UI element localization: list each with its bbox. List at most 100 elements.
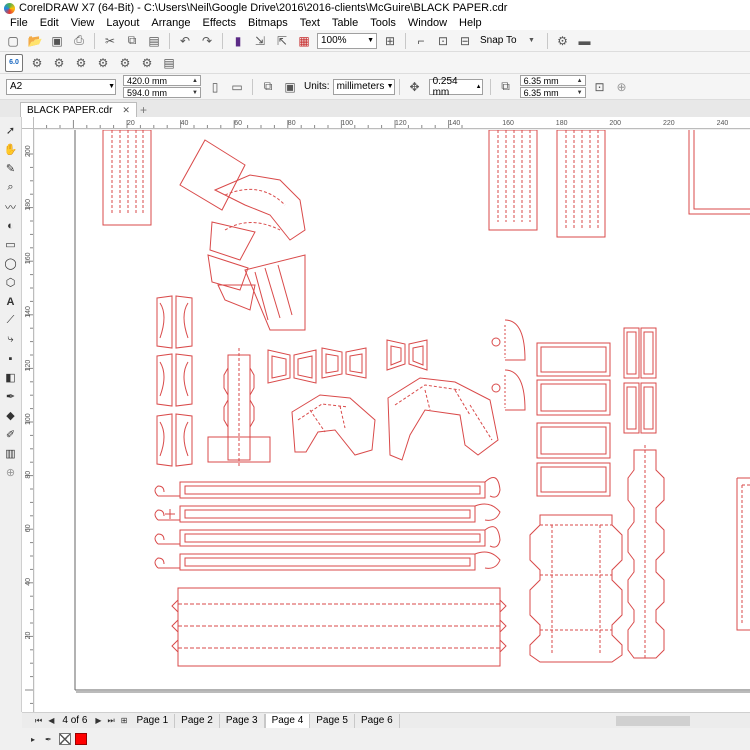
page-tab-6[interactable]: Page 6 [355, 713, 400, 728]
macro-record-icon[interactable]: ⚙ [71, 54, 91, 72]
menu-arrange[interactable]: Arrange [145, 17, 196, 29]
connector-tool-icon[interactable]: ⤷ [2, 331, 20, 348]
red-color-swatch[interactable] [74, 733, 87, 745]
macro-icon[interactable]: ⚙ [27, 54, 47, 72]
rectangle-tool-icon[interactable]: ▭ [2, 236, 20, 253]
nudge-distance-field[interactable]: 0.254 mm ▲ [428, 76, 483, 98]
eyedropper-icon[interactable]: ✒ [2, 388, 20, 405]
new-tab-icon[interactable]: + [140, 103, 147, 117]
menu-file[interactable]: File [4, 17, 34, 29]
snap-to-button[interactable]: Snap To [476, 35, 521, 46]
menu-layout[interactable]: Layout [100, 17, 145, 29]
chevron-down-icon[interactable]: ▼ [522, 32, 542, 50]
document-icon[interactable]: ▤ [159, 54, 179, 72]
outline-pen-icon[interactable]: ▥ [2, 445, 20, 462]
menu-tools[interactable]: Tools [364, 17, 402, 29]
previous-page-icon[interactable]: ◀ [45, 716, 57, 725]
ruler-origin[interactable] [22, 117, 34, 129]
macro-run-icon[interactable]: ⚙ [49, 54, 69, 72]
first-page-icon[interactable]: ⏮ [32, 716, 45, 726]
interactive-fill-icon[interactable]: ◆ [2, 407, 20, 424]
close-icon[interactable]: ✕ [122, 105, 130, 116]
eyedropper-icon[interactable]: ✒ [42, 735, 55, 744]
horizontal-scrollbar[interactable] [616, 715, 690, 726]
show-grid-icon[interactable]: ⊡ [433, 32, 453, 50]
text-tool-icon[interactable]: A [2, 293, 20, 310]
shape-tool-icon[interactable]: ✋ [2, 141, 20, 158]
publish-pdf-icon[interactable]: ▦ [294, 32, 314, 50]
copy-icon[interactable]: ⧉ [122, 32, 142, 50]
transparency-tool-icon[interactable]: ◧ [2, 369, 20, 386]
corel-connect-icon[interactable]: 6.0 [5, 53, 23, 72]
cut-icon[interactable]: ✂ [100, 32, 120, 50]
add-option-icon[interactable]: ⊕ [612, 78, 632, 96]
ellipse-tool-icon[interactable]: ◯ [2, 255, 20, 272]
open-folder-icon[interactable]: 📂 [25, 32, 45, 50]
spinner-icon[interactable]: ▼ [577, 90, 585, 96]
new-document-icon[interactable]: ▢ [3, 32, 23, 50]
menu-help[interactable]: Help [453, 17, 488, 29]
vertical-ruler[interactable]: 200 180 160 140 120 100 80 60 40 20 [22, 129, 34, 712]
add-page-icon[interactable]: ⊞ [118, 716, 131, 725]
menu-bitmaps[interactable]: Bitmaps [242, 17, 294, 29]
menu-view[interactable]: View [65, 17, 101, 29]
all-pages-icon[interactable]: ⧉ [258, 78, 278, 96]
add-tool-icon[interactable]: ⊕ [2, 464, 20, 481]
portrait-icon[interactable]: ▯ [205, 78, 225, 96]
freehand-tool-icon[interactable]: 〰 [2, 198, 20, 215]
drop-shadow-icon[interactable]: ▪ [2, 350, 20, 367]
spinner-icon[interactable]: ▲ [577, 78, 585, 84]
duplicate-x-field[interactable]: 6.35 mm ▲ [519, 75, 586, 86]
crop-tool-icon[interactable]: ✎ [2, 160, 20, 177]
play-icon[interactable]: ▸ [28, 735, 38, 744]
redo-icon[interactable]: ↷ [197, 32, 217, 50]
show-guidelines-icon[interactable]: ⊟ [455, 32, 475, 50]
duplicate-y-field[interactable]: 6.35 mm ▼ [519, 87, 586, 98]
page-width-field[interactable]: 420.0 mm ▲ [123, 75, 201, 86]
page-tab-1[interactable]: Page 1 [130, 713, 176, 728]
menu-window[interactable]: Window [402, 17, 453, 29]
page-height-field[interactable]: 594.0 mm ▼ [123, 87, 201, 98]
undo-icon[interactable]: ↶ [175, 32, 195, 50]
page-tab-5[interactable]: Page 5 [310, 713, 355, 728]
smart-fill-icon[interactable]: ◐ [2, 217, 20, 234]
save-icon[interactable]: ▣ [47, 32, 67, 50]
landscape-icon[interactable]: ▭ [227, 78, 247, 96]
no-fill-swatch[interactable] [58, 733, 71, 745]
last-page-icon[interactable]: ⏭ [105, 716, 118, 726]
parallel-dimension-icon[interactable]: ⟋ [2, 312, 20, 329]
current-page-icon[interactable]: ▣ [280, 78, 300, 96]
macro-step-icon[interactable]: ⚙ [137, 54, 157, 72]
options-icon[interactable]: ⚙ [553, 32, 573, 50]
print-icon[interactable]: ⎙ [69, 32, 89, 50]
zoom-tool-icon[interactable]: ⌕ [2, 179, 20, 196]
macro-stop-icon[interactable]: ⚙ [115, 54, 135, 72]
search-content-icon[interactable]: ▮ [228, 32, 248, 50]
pick-tool-icon[interactable]: ➚ [2, 122, 20, 139]
smart-drawing-icon[interactable]: ✐ [2, 426, 20, 443]
page-tab-4[interactable]: Page 4 [264, 713, 311, 728]
document-tab[interactable]: BLACK PAPER.cdr ✕ [20, 102, 137, 117]
application-launcher-icon[interactable]: ▬ [575, 32, 595, 50]
zoom-level-select[interactable]: 100% ▼ [317, 32, 377, 49]
drawing-canvas[interactable] [35, 130, 750, 712]
paper-size-select[interactable]: A2 ▼ [6, 78, 116, 95]
full-screen-icon[interactable]: ⊞ [380, 32, 400, 50]
page-tab-2[interactable]: Page 2 [175, 713, 220, 728]
spinner-icon[interactable]: ▲ [192, 78, 200, 84]
spinner-icon[interactable]: ▲ [476, 84, 482, 90]
show-rulers-icon[interactable]: ⌐ [411, 32, 431, 50]
menu-effects[interactable]: Effects [197, 17, 242, 29]
menu-table[interactable]: Table [326, 17, 364, 29]
horizontal-ruler[interactable]: 20 40 60 80 100 120 140 160 180 200 220 240 [22, 117, 750, 129]
polygon-tool-icon[interactable]: ⬡ [2, 274, 20, 291]
menu-text[interactable]: Text [294, 17, 326, 29]
treat-as-filled-icon[interactable]: ⊡ [590, 78, 610, 96]
page-tab-3[interactable]: Page 3 [220, 713, 265, 728]
next-page-icon[interactable]: ▶ [92, 716, 104, 725]
menu-edit[interactable]: Edit [34, 17, 65, 29]
macro-edit-icon[interactable]: ⚙ [93, 54, 113, 72]
spinner-icon[interactable]: ▼ [192, 90, 200, 96]
paste-icon[interactable]: ▤ [144, 32, 164, 50]
import-icon[interactable]: ⇲ [250, 32, 270, 50]
